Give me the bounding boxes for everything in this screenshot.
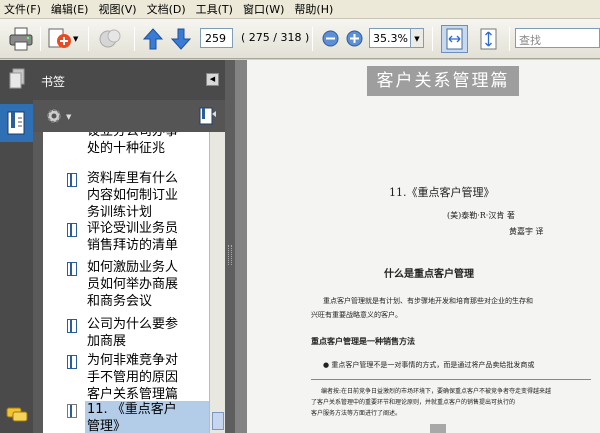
translator-line: 黄嘉宇 译 bbox=[509, 227, 544, 236]
bookmark-label-line: 和商务会议 bbox=[87, 294, 153, 309]
section-heading: 什么是重点客户管理 bbox=[384, 269, 474, 280]
page-number-marker bbox=[430, 424, 446, 433]
bookmark-label-line: 处的十种征兆 bbox=[87, 141, 166, 156]
pages-panel-icon[interactable] bbox=[8, 68, 26, 90]
bookmarks-panel-title: 书签 bbox=[41, 75, 66, 89]
collapse-panel-icon[interactable]: ◀ bbox=[206, 73, 219, 86]
menu-help[interactable]: 帮助(H) bbox=[294, 1, 333, 17]
menu-file[interactable]: 文件(F) bbox=[4, 1, 41, 17]
chevron-down-icon[interactable]: ▼ bbox=[73, 35, 81, 43]
bookmark-label-line: 员如何举办商展 bbox=[87, 277, 179, 292]
bookmark-label: 资料库里有什么 内容如何制订业 务训练计划 bbox=[87, 170, 207, 221]
zoom-out-icon[interactable] bbox=[322, 30, 339, 47]
bookmark-label: 如何激励业务人 员如何举办商展 和商务会议 bbox=[87, 259, 207, 310]
bookmarks-panel: 书签 ◀ ▼ 设立分公司办事处的十种征兆资料库里有什么内容如何制订业务训练计划评… bbox=[33, 60, 225, 433]
menu-window[interactable]: 窗口(W) bbox=[243, 1, 284, 17]
next-page-icon[interactable] bbox=[170, 27, 192, 51]
fit-width-button[interactable] bbox=[441, 25, 468, 53]
bookmark-label-line: 公司为什么要参 bbox=[87, 317, 179, 332]
bookmark-label-line: 销售拜访的清单 bbox=[87, 238, 179, 253]
bookmark-label-line: 11. 《重点客户 bbox=[87, 402, 177, 417]
fit-width-icon bbox=[446, 28, 463, 50]
bookmark-label: 设立分公司办事处的十种征兆 bbox=[87, 132, 207, 157]
editor-note-line-2: 了客户关系管理中的重要环节和理论原则，并就重点客户的销售提出可执行的 bbox=[311, 399, 516, 406]
panel-splitter[interactable] bbox=[225, 60, 235, 433]
menu-bar: 文件(F) 编辑(E) 视图(V) 文档(D) 工具(T) 窗口(W) 帮助(H… bbox=[0, 0, 600, 19]
new-bookmark-icon[interactable] bbox=[197, 106, 217, 126]
bookmark-icon bbox=[67, 262, 77, 276]
toolbar: ▼ 259 ( 275 / 318 ) 35.3% ▼ 查找 bbox=[0, 19, 600, 59]
menu-edit[interactable]: 编辑(E) bbox=[51, 1, 89, 17]
zoom-level-input[interactable]: 35.3% bbox=[369, 28, 411, 48]
options-gear-icon[interactable] bbox=[45, 107, 65, 125]
bookmark-label-line: 资料库里有什么 bbox=[87, 171, 179, 186]
footnote-divider bbox=[311, 379, 591, 380]
bookmark-label-line: 加商展 bbox=[87, 334, 127, 349]
navigation-strip bbox=[0, 60, 33, 433]
bookmark-icon bbox=[67, 173, 77, 187]
comments-icon[interactable] bbox=[6, 406, 28, 424]
bookmark-icon bbox=[67, 404, 77, 418]
search-input[interactable]: 查找 bbox=[515, 28, 600, 48]
previous-page-icon[interactable] bbox=[142, 27, 164, 51]
bookmarks-icon bbox=[7, 111, 25, 135]
bookmark-label-line: 务训练计划 bbox=[87, 205, 153, 220]
fit-page-icon[interactable] bbox=[476, 26, 502, 52]
body-paragraph-line-1: 重点客户管理就是有计划、有步骤地开发和培育那些对企业的生存和 bbox=[323, 297, 533, 305]
sub-heading: 重点客户管理是一种销售方法 bbox=[311, 336, 415, 346]
zoom-in-icon[interactable] bbox=[346, 30, 363, 47]
bookmark-label: 评论受训业务员 销售拜访的清单 bbox=[87, 220, 207, 254]
create-pdf-icon[interactable] bbox=[46, 26, 72, 52]
bookmark-tree: 设立分公司办事处的十种征兆资料库里有什么内容如何制订业务训练计划评论受训业务员销… bbox=[43, 132, 209, 433]
bookmark-label-line: 设立分公司办事 bbox=[87, 132, 207, 140]
editor-note-line-1: 编者按:在日前竞争日益激烈的市场环境下，要确保重点客户不被竞争者夺走变得越来越 bbox=[321, 388, 552, 395]
bookmark-label-line: 管理》 bbox=[87, 419, 127, 433]
bookmark-label: 公司为什么要参 加商展 bbox=[87, 316, 207, 350]
bookmark-label: 为何非难竞争对 手不管用的原因 客户关系管理篇 bbox=[87, 352, 207, 403]
zoom-dropdown-icon[interactable]: ▼ bbox=[411, 28, 424, 48]
collaborate-icon bbox=[98, 26, 124, 52]
bookmark-icon bbox=[67, 319, 77, 333]
section-banner: 客户关系管理篇 bbox=[367, 66, 519, 96]
print-icon[interactable] bbox=[8, 26, 34, 52]
bookmarks-scrollbar[interactable] bbox=[209, 132, 225, 433]
bookmarks-panel-header: 书签 ◀ bbox=[33, 60, 225, 100]
bookmark-label-line: 为何非难竞争对 bbox=[87, 353, 179, 368]
bookmarks-panel-button[interactable] bbox=[0, 104, 33, 142]
menu-document[interactable]: 文档(D) bbox=[147, 1, 186, 17]
document-view[interactable]: 客户关系管理篇 11.《重点客户管理》 (美)泰勒·R·汉肯 著 黄嘉宇 译 什… bbox=[235, 60, 600, 433]
menu-view[interactable]: 视图(V) bbox=[98, 1, 136, 17]
author-line: (美)泰勒·R·汉肯 著 bbox=[447, 211, 515, 220]
chapter-title: 11.《重点客户管理》 bbox=[389, 186, 495, 199]
editor-note-line-3: 客户服务方法等方面进行了阐述。 bbox=[311, 410, 402, 417]
bookmark-label-line: 如何激励业务人 bbox=[87, 260, 179, 275]
menu-tools[interactable]: 工具(T) bbox=[196, 1, 233, 17]
bookmark-label-line: 内容如何制订业 bbox=[87, 188, 179, 203]
page-count: ( 275 / 318 ) bbox=[241, 31, 310, 44]
bookmark-label-line: 评论受训业务员 bbox=[87, 221, 179, 236]
bookmark-label: 11. 《重点客户 管理》 bbox=[87, 401, 207, 433]
bookmark-label-line: 手不管用的原因 bbox=[87, 370, 179, 385]
options-chevron-down-icon[interactable]: ▼ bbox=[66, 113, 71, 121]
body-paragraph-line-2: 兴旺有重要战略意义的客户。 bbox=[311, 311, 402, 319]
document-page: 客户关系管理篇 11.《重点客户管理》 (美)泰勒·R·汉肯 著 黄嘉宇 译 什… bbox=[247, 60, 600, 433]
bookmark-icon bbox=[67, 355, 77, 369]
page-number-input[interactable]: 259 bbox=[200, 28, 233, 48]
bullet-line: ● 重点客户管理不是一对事情的方式，而是通过将产品卖给批发商或 bbox=[323, 361, 535, 369]
scrollbar-thumb[interactable] bbox=[212, 412, 224, 430]
bookmark-icon bbox=[67, 223, 77, 237]
bookmarks-toolbar: ▼ bbox=[33, 100, 225, 132]
